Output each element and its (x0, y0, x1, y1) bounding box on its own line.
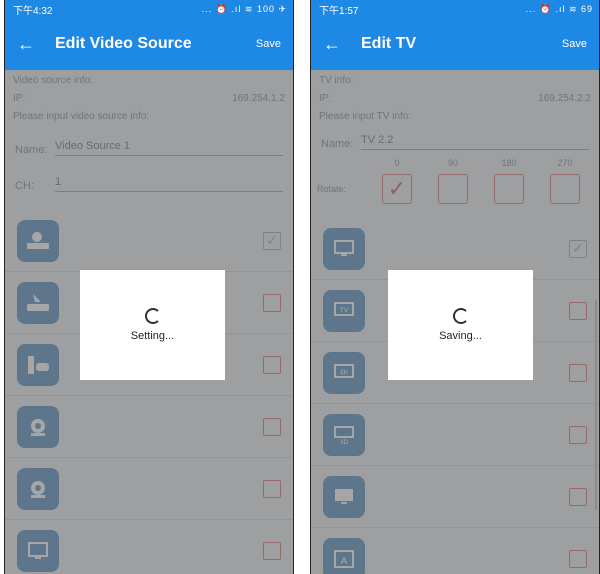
status-icons: ... ⏰ .ıl ≋ 69 (525, 3, 593, 14)
phone-left: 下午4:32 ... ⏰ .ıl ≋ 100 ✈ ← Edit Video So… (4, 0, 294, 574)
progress-dialog: Saving... (388, 270, 533, 380)
status-icons: ... ⏰ .ıl ≋ 100 ✈ (201, 3, 287, 14)
arrow-left-icon[interactable]: ← (17, 34, 45, 55)
status-time: 下午4:32 (13, 5, 53, 17)
progress-dialog: Setting... (80, 270, 225, 380)
dialog-message: Saving... (439, 330, 482, 342)
save-button[interactable]: Save (256, 38, 281, 50)
phone-right: 下午1:57 ... ⏰ .ıl ≋ 69 ← Edit TV Save TV … (310, 0, 600, 574)
spinner-icon (144, 308, 161, 324)
page-title: Edit Video Source (55, 35, 192, 52)
status-bar: 下午4:32 ... ⏰ .ıl ≋ 100 ✈ (5, 0, 293, 18)
status-bar: 下午1:57 ... ⏰ .ıl ≋ 69 (311, 0, 599, 18)
save-button[interactable]: Save (562, 38, 587, 50)
dialog-message: Setting... (130, 330, 175, 342)
status-time: 下午1:57 (319, 5, 359, 17)
spinner-icon (452, 308, 469, 324)
arrow-left-icon[interactable]: ← (323, 34, 351, 55)
page-title: Edit TV (361, 35, 417, 52)
app-bar: ← Edit TV Save (311, 18, 599, 70)
app-bar: ← Edit Video Source Save (5, 18, 293, 70)
